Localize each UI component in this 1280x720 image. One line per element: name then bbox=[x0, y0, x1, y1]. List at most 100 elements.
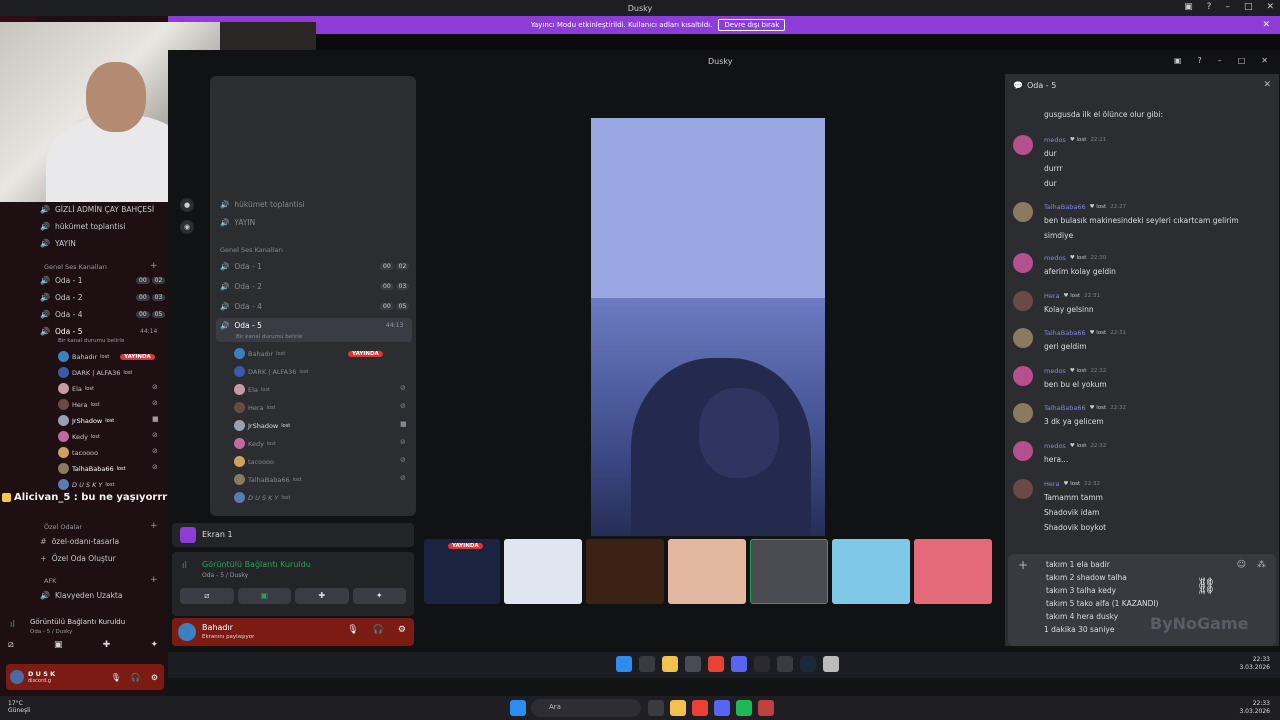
voice-user[interactable]: TalhaBaba66 lost bbox=[58, 463, 126, 474]
voice-user[interactable]: Kedy lost bbox=[58, 431, 100, 442]
afk-section-header[interactable]: AFK bbox=[44, 577, 56, 585]
message-text: ben bulasık makinesindeki seyleri cıkart… bbox=[1044, 216, 1239, 225]
channel-item[interactable]: 🔊 YAYIN bbox=[40, 239, 76, 248]
avatar[interactable] bbox=[1013, 403, 1033, 423]
minimize-button[interactable]: – bbox=[1225, 2, 1230, 12]
voice-section-header[interactable]: Genel Ses Kanalları bbox=[44, 263, 107, 271]
voice-user[interactable]: tacoooo bbox=[58, 447, 98, 458]
soundboard-icon[interactable]: ✦ bbox=[150, 640, 158, 650]
discover-icon: ◉ bbox=[180, 220, 194, 234]
username: Bahadır bbox=[202, 623, 233, 632]
afk-channel[interactable]: 🔊 Klavyeden Uzakta bbox=[40, 591, 122, 600]
windows-taskbar: 17°C Güneşli Ara 22:33 3.03.2026 bbox=[0, 696, 1280, 720]
private-section-header[interactable]: Özel Odalar bbox=[44, 523, 82, 531]
participant-tile[interactable] bbox=[750, 539, 828, 604]
search-icon bbox=[639, 656, 655, 672]
voice-channel-oda-4[interactable]: 🔊 Oda - 4 00 05 bbox=[40, 310, 166, 319]
voice-channel-oda-5[interactable]: 🔊 Oda - 5 44:14 bbox=[40, 327, 157, 336]
avatar[interactable] bbox=[1013, 135, 1033, 155]
windows-start-icon[interactable] bbox=[510, 700, 526, 716]
participant-tile[interactable] bbox=[832, 539, 910, 604]
avatar bbox=[234, 348, 245, 359]
avatar[interactable] bbox=[1013, 328, 1033, 348]
screen-share-icon[interactable]: ▣ bbox=[54, 640, 63, 650]
author-name[interactable]: TalhaBaba66 bbox=[1044, 329, 1086, 337]
author-name[interactable]: TalhaBaba66 bbox=[1044, 203, 1086, 211]
avatar[interactable] bbox=[1013, 479, 1033, 499]
voice-channel-oda-1[interactable]: 🔊 Oda - 1 00 02 bbox=[40, 276, 166, 285]
search-placeholder: Ara bbox=[549, 703, 561, 711]
voice-channel-oda-2[interactable]: 🔊 Oda - 2 00 03 bbox=[40, 293, 166, 302]
participant-tile[interactable] bbox=[586, 539, 664, 604]
author-name[interactable]: TalhaBaba66 bbox=[1044, 404, 1086, 412]
voice-user[interactable]: JrShadow lost bbox=[58, 415, 114, 426]
close-icon[interactable]: ✕ bbox=[1262, 20, 1270, 30]
avatar[interactable] bbox=[1013, 366, 1033, 386]
pinned-apps bbox=[648, 700, 774, 716]
file-explorer-icon[interactable] bbox=[670, 700, 686, 716]
avatar[interactable] bbox=[1013, 291, 1033, 311]
taskbar-search[interactable]: Ara bbox=[531, 699, 641, 717]
deafened-icon: ⊘ bbox=[152, 383, 158, 391]
user-panel[interactable]: D U S K discord.g 🎙 🎧 ⚙ bbox=[6, 664, 164, 690]
avatar[interactable] bbox=[1013, 441, 1033, 461]
camera-off-icon: ⧄ bbox=[180, 588, 234, 604]
avatar bbox=[58, 463, 69, 474]
voice-channel-active: 🔊 Oda - 5 44:13 bbox=[220, 321, 404, 330]
close-button[interactable]: ✕ bbox=[1266, 2, 1274, 12]
weather-widget[interactable]: 17°C Güneşli bbox=[8, 700, 30, 714]
file-explorer-icon bbox=[662, 656, 678, 672]
weather-status: Güneşli bbox=[8, 707, 31, 714]
channel-status[interactable]: Bir kanal durumu belirle bbox=[58, 338, 124, 344]
channel-item[interactable]: 🔊 hükümet toplantisi bbox=[40, 222, 125, 231]
author-name[interactable]: medos bbox=[1044, 367, 1066, 375]
user-status: discord.g bbox=[28, 678, 51, 684]
discord-icon[interactable] bbox=[714, 700, 730, 716]
help-icon[interactable]: ? bbox=[1207, 2, 1212, 12]
voice-channel: 🔊 Oda - 1 00 02 bbox=[220, 262, 410, 271]
author-name[interactable]: medos bbox=[1044, 254, 1066, 262]
speaker-icon: 🔊 bbox=[40, 222, 50, 231]
create-room-item[interactable]: + Özel Oda Oluştur bbox=[40, 554, 116, 563]
settings-icon[interactable]: ⚙ bbox=[151, 673, 158, 682]
text-channel-item[interactable]: # özel-odanı-tasarla bbox=[40, 537, 119, 546]
spotify-icon[interactable] bbox=[736, 700, 752, 716]
voice-user[interactable]: Ela lost bbox=[58, 383, 94, 394]
author-name[interactable]: medos bbox=[1044, 136, 1066, 144]
voice-user[interactable]: DARK | ALFA36 lost bbox=[58, 367, 132, 378]
voice-channel: 🔊 Oda - 2 00 03 bbox=[220, 282, 410, 291]
connection-buttons: ⧄ ▣ ✚ ✦ bbox=[180, 588, 406, 604]
participant-tile[interactable] bbox=[668, 539, 746, 604]
avatar[interactable] bbox=[1013, 253, 1033, 273]
author-name[interactable]: medos bbox=[1044, 442, 1066, 450]
voice-user[interactable]: Bahadır lost YAYINDA bbox=[58, 351, 155, 362]
app-icon[interactable] bbox=[648, 700, 664, 716]
maximize-button[interactable]: □ bbox=[1244, 2, 1253, 12]
inbox-icon[interactable]: ▣ bbox=[1184, 2, 1193, 12]
system-clock[interactable]: 22:33 3.03.2026 bbox=[1239, 700, 1270, 716]
author-name[interactable]: Hera bbox=[1044, 292, 1060, 300]
participant-tile[interactable] bbox=[504, 539, 582, 604]
app-icon[interactable] bbox=[758, 700, 774, 716]
headset-icon[interactable]: 🎧 bbox=[131, 673, 141, 682]
voice-user[interactable]: Hera lost bbox=[58, 399, 100, 410]
participant-tile[interactable] bbox=[914, 539, 992, 604]
avatar[interactable] bbox=[1013, 202, 1033, 222]
activities-icon[interactable]: ✚ bbox=[103, 640, 111, 650]
focused-video-tile[interactable] bbox=[591, 118, 825, 536]
message-text: Tamamm tamm bbox=[1044, 493, 1103, 502]
avatar bbox=[58, 447, 69, 458]
avatar bbox=[234, 384, 245, 395]
inner-taskbar-icons bbox=[616, 656, 839, 672]
voice-section-header: Genel Ses Kanalları bbox=[220, 246, 283, 254]
channel-item[interactable]: 🔊 GİZLİ ADMİN ÇAY BAHÇESİ bbox=[40, 205, 154, 214]
mic-icon[interactable]: 🎙 bbox=[111, 673, 121, 682]
inner-clock: 22:33 3.03.2026 bbox=[1239, 656, 1270, 672]
author-name[interactable]: Hera bbox=[1044, 480, 1060, 488]
chrome-icon[interactable] bbox=[692, 700, 708, 716]
participant-tile[interactable]: YAYINDA bbox=[424, 539, 500, 604]
camera-off-icon[interactable]: ⧄ bbox=[8, 640, 14, 650]
disable-streamer-mode-button[interactable]: Devre dışı bırak bbox=[718, 19, 786, 31]
avatar bbox=[58, 383, 69, 394]
voice-user[interactable]: D U S K Ylost bbox=[58, 479, 114, 490]
